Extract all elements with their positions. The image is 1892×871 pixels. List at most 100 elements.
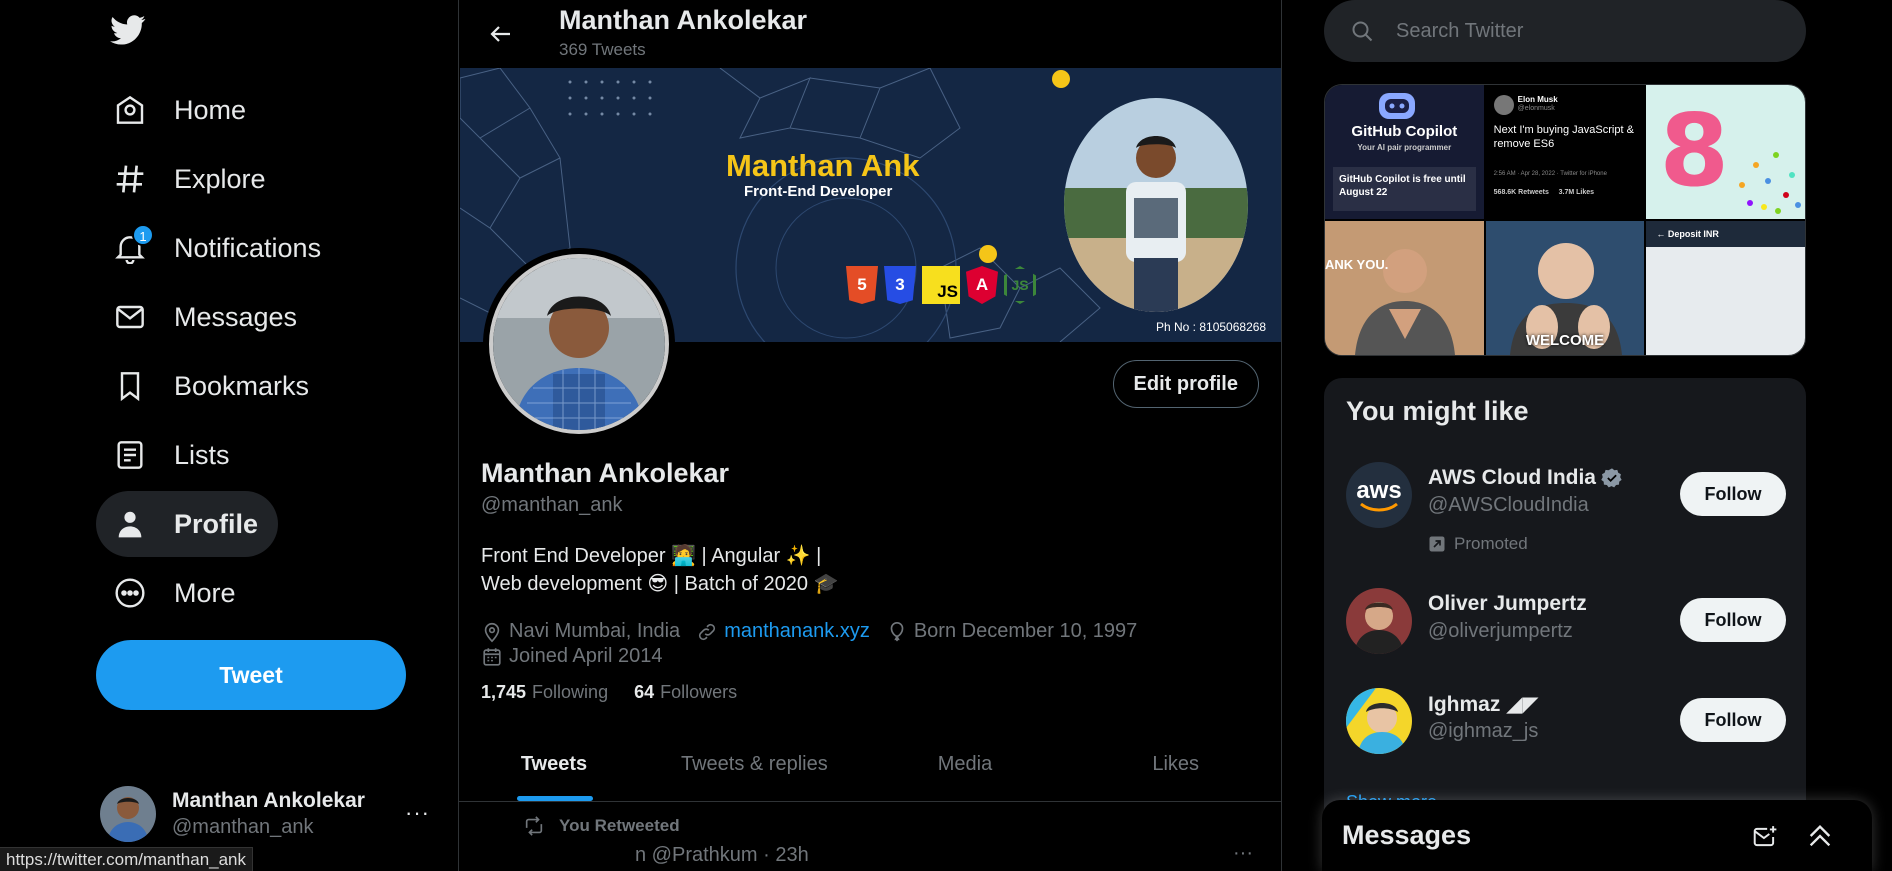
more-dots-icon[interactable]: ···	[405, 800, 430, 826]
calendar-icon	[483, 647, 501, 666]
follow-button[interactable]: Follow	[1680, 598, 1786, 642]
website-link[interactable]: manthanank.xyz	[724, 620, 870, 643]
profile-avatar[interactable]	[483, 248, 675, 440]
banner-subtitle: Front-End Developer	[744, 183, 893, 200]
tile-caption: Deposit INR	[1667, 229, 1719, 239]
sidebar-item-bookmarks[interactable]: Bookmarks	[96, 353, 329, 419]
profile-column: Manthan Ankolekar 369 Tweets Manthan Ank…	[458, 0, 1282, 871]
tab-media[interactable]: Media	[860, 728, 1071, 801]
location-text: Navi Mumbai, India	[509, 620, 681, 642]
media-tile[interactable]: WELCOME	[1485, 221, 1645, 355]
profile-media-grid: GitHub Copilot Your AI pair programmer G…	[1324, 84, 1806, 356]
sidebar-item-profile[interactable]: Profile	[96, 491, 279, 557]
profile-header: Manthan Ankolekar 369 Tweets	[459, 0, 1281, 68]
account-handle: @manthan_ank	[172, 816, 314, 838]
following-link[interactable]: 1,745 Following	[481, 682, 608, 703]
followers-label: Followers	[660, 682, 738, 702]
sidebar-item-label: Bookmarks	[174, 370, 310, 401]
list-icon	[112, 437, 148, 473]
tweet-button[interactable]: Tweet	[96, 640, 406, 710]
suggestion-item[interactable]: Oliver Jumpertz @oliverjumpertz Follow	[1346, 588, 1786, 668]
sidebar-item-more[interactable]: More	[96, 560, 256, 626]
who-to-follow: You might like aws AWS Cloud India @AWSC…	[1324, 378, 1806, 871]
edit-profile-button[interactable]: Edit profile	[1112, 360, 1259, 408]
media-tile[interactable]: GitHub Copilot Your AI pair programmer G…	[1325, 85, 1484, 219]
avatar: aws	[1346, 462, 1412, 528]
followers-count: 64	[634, 682, 655, 702]
chevron-up-icon[interactable]	[1806, 822, 1834, 855]
tile-text: ← Deposit INR	[1646, 221, 1805, 247]
avatar	[100, 786, 156, 842]
tile-title: GitHub Copilot	[1351, 123, 1458, 140]
link-icon	[699, 623, 716, 640]
decor-dot	[979, 245, 997, 263]
profile-tabs: Tweets Tweets & replies Media Likes	[459, 728, 1281, 802]
javascript-icon: JS	[922, 266, 960, 304]
profile-meta-joined: Joined April 2014	[481, 645, 678, 668]
suggestion-item[interactable]: Ighmaz ◢◤ @ighmaz_js Follow	[1346, 688, 1786, 768]
tab-likes[interactable]: Likes	[1070, 728, 1281, 801]
tweet-more-icon[interactable]: ···	[1233, 842, 1253, 865]
tile-author: Elon Musk	[1517, 95, 1558, 104]
suggestion-handle: @oliverjumpertz	[1428, 620, 1573, 642]
suggestion-handle: @AWSCloudIndia	[1428, 494, 1589, 516]
sidebar-item-label: Home	[174, 94, 247, 125]
website: manthanank.xyz	[696, 620, 870, 643]
back-arrow-icon[interactable]	[481, 14, 521, 54]
tab-tweets[interactable]: Tweets	[459, 728, 649, 801]
tile-text: Next I'm buying JavaScript & remove ES6	[1493, 124, 1634, 150]
joined: Joined April 2014	[481, 645, 662, 668]
promoted-text: Promoted	[1454, 534, 1528, 553]
left-sidebar: Home Explore 1 Notifications Messages Bo…	[0, 0, 458, 871]
media-tile[interactable]: Elon Musk @elonmusk Next I'm buying Java…	[1485, 85, 1645, 219]
gif-person	[1325, 221, 1484, 355]
account-name: Manthan Ankolekar	[172, 789, 365, 812]
followers-link[interactable]: 64 Followers	[634, 682, 737, 703]
follow-stats: 1,745 Following 64 Followers	[481, 682, 737, 703]
notification-badge: 1	[132, 224, 154, 246]
bell-icon: 1	[112, 224, 154, 266]
nodejs-icon: JS	[1004, 266, 1036, 304]
sidebar-item-home[interactable]: Home	[96, 77, 266, 143]
sidebar-item-label: Explore	[174, 163, 266, 194]
css3-icon: 3	[884, 266, 916, 304]
messages-drawer[interactable]: Messages	[1322, 800, 1872, 871]
sidebar-item-label: Lists	[174, 439, 230, 470]
aws-smile-icon	[1360, 502, 1398, 512]
sidebar-item-label: Messages	[174, 301, 298, 332]
profile-meta: Navi Mumbai, India manthanank.xyz Born D…	[481, 620, 1153, 643]
bookmark-icon	[112, 368, 148, 404]
tab-label: Tweets & replies	[680, 753, 828, 775]
joined-text: Joined April 2014	[509, 645, 663, 667]
tab-tweets-replies[interactable]: Tweets & replies	[649, 728, 860, 801]
promoted-icon	[1429, 536, 1445, 552]
angular-icon: A	[966, 266, 998, 304]
account-switcher[interactable]: Manthan Ankolekar @manthan_ank ···	[100, 778, 430, 850]
search-icon	[1352, 21, 1373, 42]
media-tile[interactable]: ANK YOU.	[1325, 221, 1484, 355]
verified-badge-icon	[1601, 468, 1622, 488]
suggestion-item[interactable]: aws AWS Cloud India @AWSCloudIndia Promo…	[1346, 462, 1786, 553]
tech-logos: 5 3 JS A JS	[846, 266, 1036, 304]
media-tile[interactable]: ← Deposit INR	[1646, 221, 1805, 355]
tile-text: WELCOME	[1525, 332, 1605, 349]
sidebar-item-messages[interactable]: Messages	[96, 284, 317, 350]
decor-dot	[1052, 70, 1070, 88]
tile-subtitle: Your AI pair programmer	[1357, 143, 1452, 152]
messages-drawer-title: Messages	[1342, 820, 1472, 850]
birthday-text: Born December 10, 1997	[913, 620, 1138, 642]
follow-button[interactable]: Follow	[1680, 472, 1786, 516]
sidebar-item-explore[interactable]: Explore	[96, 146, 286, 212]
search-box[interactable]	[1324, 0, 1806, 62]
sidebar-item-notifications[interactable]: 1 Notifications	[96, 215, 341, 281]
new-message-icon[interactable]	[1752, 824, 1778, 855]
media-tile[interactable]: 8	[1646, 85, 1805, 219]
home-icon	[112, 92, 148, 128]
twitter-logo-icon[interactable]	[108, 12, 152, 56]
search-input[interactable]	[1396, 19, 1776, 43]
tab-label: Likes	[1152, 753, 1200, 775]
follow-button[interactable]: Follow	[1680, 698, 1786, 742]
sidebar-item-lists[interactable]: Lists	[96, 422, 250, 488]
tweet-author-line[interactable]: n @Prathkum · 23h	[635, 844, 809, 867]
suggestion-name: AWS Cloud India	[1428, 466, 1596, 489]
